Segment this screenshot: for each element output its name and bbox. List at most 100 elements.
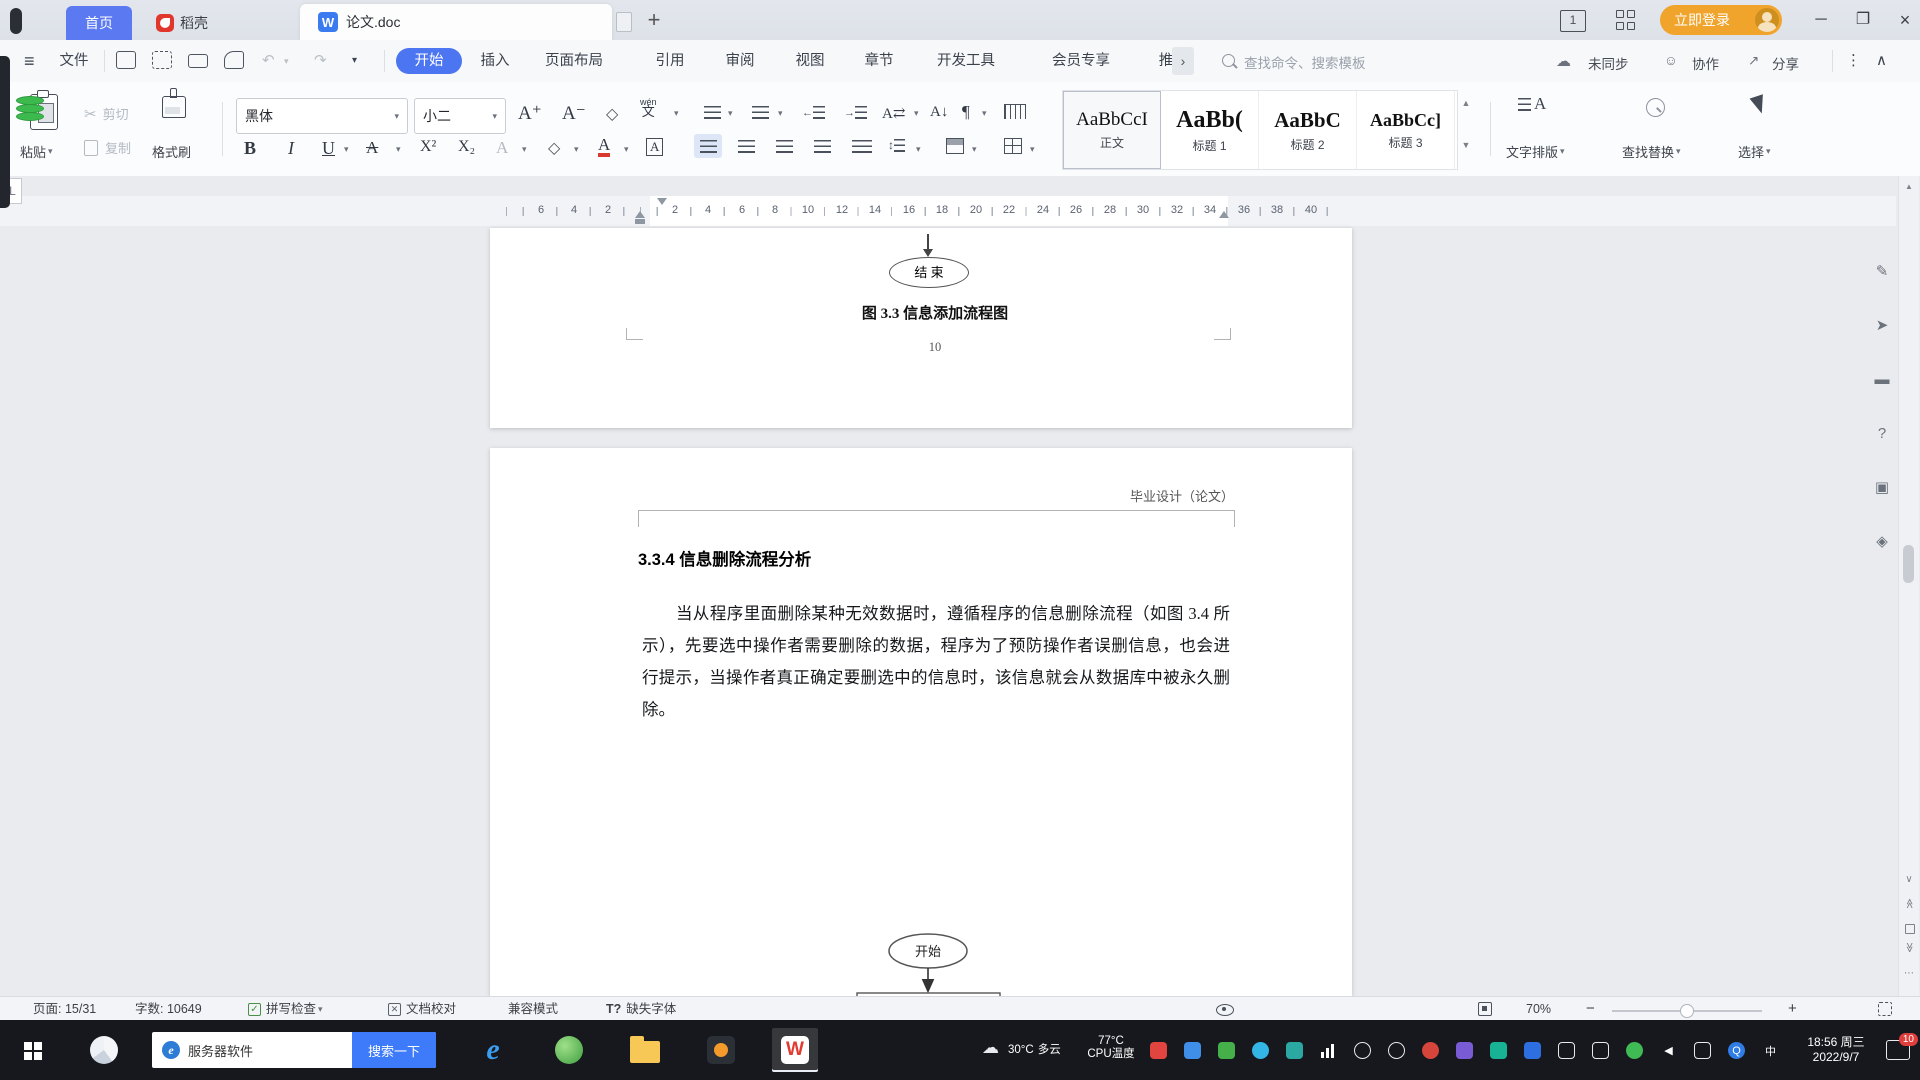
ribbon-tab-插入[interactable]: 插入 bbox=[477, 48, 513, 74]
save-icon[interactable] bbox=[116, 51, 136, 69]
select-button[interactable]: 选择 ▾ bbox=[1738, 142, 1771, 161]
tab-ruler-icon[interactable] bbox=[1004, 104, 1026, 119]
distribute-icon[interactable] bbox=[852, 140, 872, 153]
assistant-tray-icon[interactable] bbox=[1184, 1042, 1201, 1059]
character-scale-icon[interactable]: A⇄ bbox=[882, 104, 905, 123]
ribbon-tab-章节[interactable]: 章节 bbox=[859, 48, 899, 74]
select-cursor-icon[interactable] bbox=[1749, 94, 1769, 116]
format-painter-icon[interactable] bbox=[162, 88, 186, 118]
login-button[interactable]: 立即登录 bbox=[1660, 5, 1782, 35]
shading-caret-icon[interactable]: ▾ bbox=[574, 144, 579, 155]
taskbar-app-explorer[interactable] bbox=[622, 1028, 668, 1072]
gallery-down-icon[interactable]: ▼ bbox=[1459, 138, 1473, 152]
undo-icon[interactable]: ↶ bbox=[262, 49, 275, 73]
close-button[interactable]: × bbox=[1890, 8, 1920, 32]
underline-icon[interactable]: U bbox=[322, 138, 335, 159]
phone-tray-icon[interactable] bbox=[1592, 1042, 1609, 1059]
page-1[interactable]: 结 束 图 3.3 信息添加流程图 10 bbox=[490, 228, 1352, 428]
align-right-icon[interactable] bbox=[776, 140, 793, 153]
font-color-caret-icon[interactable]: ▾ bbox=[624, 144, 629, 155]
ribbon-tab-视图[interactable]: 视图 bbox=[789, 48, 831, 74]
find-replace-icon[interactable] bbox=[1646, 98, 1665, 117]
word-count[interactable]: 字数: 10649 bbox=[135, 1001, 202, 1017]
ruler[interactable]: 6 4 2 2 4 6 8 10 12 14 16 18 20 22 24 26 28 30 32 34 36 38 40 bbox=[0, 196, 1896, 226]
left-indent-marker[interactable] bbox=[635, 219, 645, 224]
first-line-indent-marker[interactable] bbox=[657, 198, 667, 205]
redo-icon[interactable]: ↷ bbox=[314, 49, 327, 73]
superscript-icon[interactable]: X² bbox=[420, 138, 436, 156]
volume-tray-icon[interactable]: ◀ bbox=[1660, 1042, 1677, 1059]
bullet-list-icon[interactable] bbox=[704, 106, 721, 119]
minimize-button[interactable]: ─ bbox=[1806, 8, 1836, 32]
taskbar-app-game[interactable] bbox=[698, 1028, 744, 1072]
quickbar-expand-icon[interactable]: ▾ bbox=[352, 49, 357, 73]
zoom-out-button[interactable]: − bbox=[1586, 1001, 1595, 1017]
underline-caret-icon[interactable]: ▾ bbox=[344, 144, 349, 155]
highlight-caret-icon[interactable]: ▾ bbox=[522, 144, 527, 155]
style-标题 3[interactable]: AaBbCc] 标题 3 bbox=[1357, 91, 1455, 169]
fit-page-icon[interactable] bbox=[1478, 1002, 1492, 1016]
clear-format-icon[interactable]: ◇ bbox=[606, 104, 618, 124]
sort-icon[interactable]: A↓ bbox=[930, 104, 948, 121]
font-size-select[interactable]: 小二 ▾ bbox=[414, 98, 506, 134]
blue-tray-icon[interactable] bbox=[1524, 1042, 1541, 1059]
pinyin-guide-icon[interactable]: wén 文 bbox=[640, 98, 657, 119]
bold-icon[interactable]: B bbox=[244, 138, 256, 159]
numbered-list-icon[interactable] bbox=[752, 106, 769, 119]
highlight-color-icon[interactable]: A bbox=[496, 138, 508, 158]
tab-docer[interactable]: 稻壳 bbox=[136, 6, 228, 40]
screenshot-tool-icon[interactable]: ▣ bbox=[1868, 474, 1896, 502]
help-icon[interactable]: ? bbox=[1868, 420, 1896, 448]
paste-button[interactable]: 粘贴 ▾ bbox=[20, 142, 53, 161]
red-dot-tray-icon[interactable] bbox=[1422, 1042, 1439, 1059]
new-tab-button[interactable]: + bbox=[642, 8, 666, 32]
strike-caret-icon[interactable]: ▾ bbox=[396, 144, 401, 155]
green-app-tray-icon[interactable] bbox=[1218, 1042, 1235, 1059]
previous-page-icon[interactable]: ≪ bbox=[1904, 894, 1915, 914]
page-2[interactable]: 毕业设计（论文） 3.3.4 信息删除流程分析 当从程序里面删除某种无效数据时，… bbox=[490, 448, 1352, 996]
file-menu[interactable]: 文件 bbox=[52, 49, 96, 73]
cut-button[interactable]: ✂ 剪切 bbox=[84, 104, 129, 123]
tab-home[interactable]: 首页 bbox=[66, 6, 132, 40]
align-justify-icon[interactable] bbox=[814, 140, 831, 153]
increase-font-icon[interactable]: A⁺ bbox=[518, 102, 542, 125]
page-indicator[interactable]: 页面: 15/31 bbox=[33, 1001, 96, 1017]
moon-tray-icon[interactable] bbox=[1388, 1042, 1405, 1059]
gallery-up-icon[interactable]: ▲ bbox=[1459, 96, 1473, 110]
edge-dock-handle[interactable] bbox=[0, 56, 10, 208]
search-q-tray-icon[interactable]: Q bbox=[1728, 1042, 1745, 1059]
ribbon-tab-开始[interactable]: 开始 bbox=[396, 48, 462, 74]
right-indent-marker[interactable] bbox=[1219, 211, 1229, 218]
fullscreen-icon[interactable] bbox=[1878, 1002, 1892, 1016]
marks-caret-icon[interactable]: ▾ bbox=[982, 108, 987, 119]
shield-tray-icon[interactable] bbox=[1286, 1042, 1303, 1059]
start-button[interactable] bbox=[24, 1042, 42, 1060]
spell-check-toggle[interactable]: ✓ 拼写检查 ▾ bbox=[248, 1001, 323, 1017]
messenger-tray-icon[interactable] bbox=[1252, 1042, 1269, 1059]
borders-caret-icon[interactable]: ▾ bbox=[1030, 144, 1035, 155]
typography-button[interactable]: 文字排版 ▾ bbox=[1506, 142, 1565, 161]
para-shading-caret-icon[interactable]: ▾ bbox=[972, 144, 977, 155]
missing-font-button[interactable]: T? 缺失字体 bbox=[606, 1001, 676, 1017]
style-标题 2[interactable]: AaBbC 标题 2 bbox=[1259, 91, 1357, 169]
tab-document[interactable]: W 论文.doc bbox=[300, 4, 612, 40]
apps-grid-icon[interactable] bbox=[1616, 10, 1636, 30]
taskbar-app-ie[interactable]: e bbox=[470, 1028, 516, 1072]
document-area[interactable]: 6 4 2 2 4 6 8 10 12 14 16 18 20 22 24 26 28 30 32 34 36 38 40 … bbox=[0, 176, 1920, 996]
line-spacing-icon[interactable]: ↕ bbox=[888, 138, 905, 152]
ribbon-tab-开发工具[interactable]: 开发工具 bbox=[924, 48, 1008, 74]
menu-icon[interactable]: ≡ bbox=[24, 49, 35, 73]
window-menu-handle[interactable] bbox=[10, 8, 22, 34]
more-tabs-chevron[interactable]: › bbox=[1172, 47, 1194, 75]
security-tray-icon[interactable] bbox=[1150, 1042, 1167, 1059]
numbered-caret-icon[interactable]: ▾ bbox=[778, 108, 783, 119]
weather-widget[interactable]: 30°C 多云 bbox=[1008, 1044, 1061, 1057]
eye-protect-icon[interactable] bbox=[1216, 1004, 1234, 1016]
notification-center-icon[interactable]: 10 bbox=[1886, 1033, 1918, 1060]
zoom-in-button[interactable]: + bbox=[1788, 1001, 1797, 1017]
teal-tray-icon[interactable] bbox=[1490, 1042, 1507, 1059]
para-shading-icon[interactable] bbox=[946, 138, 964, 154]
shading-diamond-icon[interactable]: ◇ bbox=[548, 138, 560, 158]
vertical-scrollbar[interactable]: ▲ ∨ ≪ ≫ ⋯ bbox=[1898, 176, 1919, 996]
scrollbar-thumb[interactable] bbox=[1903, 545, 1914, 583]
